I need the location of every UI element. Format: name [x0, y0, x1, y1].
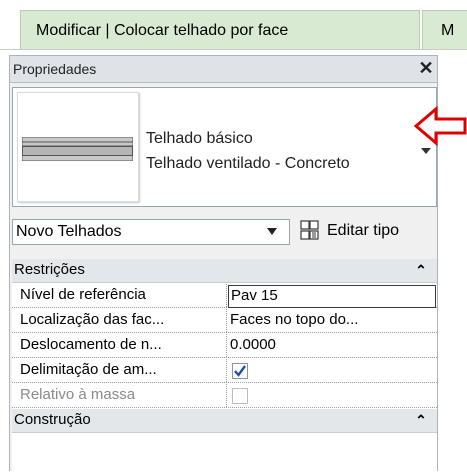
palette-title-bar[interactable]: Propriedades ✕ — [10, 56, 437, 83]
instance-filter-dropdown[interactable]: Novo Telhados — [12, 219, 290, 245]
property-label: Delimitação de am... — [20, 361, 157, 378]
property-row-related-to-mass: Relativo à massa — [12, 384, 437, 408]
chevron-down-icon — [267, 228, 277, 235]
tab-label: M — [441, 22, 455, 39]
room-bounding-checkbox[interactable] — [232, 363, 248, 379]
property-row-reference-level[interactable]: Nível de referência Pav 15 — [12, 284, 437, 308]
collapse-up-icon[interactable]: ⌃ — [414, 262, 428, 278]
tab-next-partial[interactable]: M — [422, 10, 467, 50]
column-divider — [226, 384, 227, 407]
property-label: Nível de referência — [20, 286, 146, 303]
reference-level-input[interactable]: Pav 15 — [228, 285, 436, 308]
type-selector[interactable]: Telhado básico Telhado ventilado - Concr… — [12, 87, 437, 207]
column-divider — [226, 309, 227, 332]
edit-type-icon — [300, 220, 319, 240]
column-divider — [226, 334, 227, 357]
chevron-down-icon[interactable] — [420, 146, 432, 156]
properties-palette: Propriedades ✕ Telhado básico Telhado ve… — [9, 55, 438, 472]
left-arrow-icon — [414, 106, 467, 146]
property-value[interactable]: 0.0000 — [230, 336, 435, 357]
column-divider — [226, 284, 227, 307]
close-icon[interactable]: ✕ — [417, 58, 435, 80]
property-row-room-bounding[interactable]: Delimitação de am... — [12, 359, 437, 383]
instance-filter-value: Novo Telhados — [16, 223, 122, 240]
group-label: Restrições — [14, 261, 85, 278]
group-label: Construção — [14, 411, 91, 428]
property-value: Pav 15 — [231, 287, 278, 304]
roof-layers-icon — [22, 137, 133, 161]
property-label: Relativo à massa — [20, 386, 136, 403]
tab-modify-place-roof-by-face[interactable]: Modificar | Colocar telhado por face — [20, 10, 420, 50]
property-value[interactable]: Faces no topo do... — [230, 311, 435, 332]
property-row-face-location[interactable]: Localização das fac... Faces no topo do.… — [12, 309, 437, 333]
group-header-construction[interactable]: Construção ⌃ — [12, 409, 437, 433]
property-label: Localização das fac... — [20, 311, 165, 328]
type-family-name: Telhado básico — [146, 130, 253, 147]
type-preview-image — [17, 92, 139, 202]
column-divider — [226, 359, 227, 382]
property-label: Deslocamento de n... — [20, 336, 162, 353]
edit-type-label: Editar tipo — [327, 222, 400, 239]
checkmark-icon — [234, 365, 246, 377]
palette-title: Propriedades — [13, 61, 97, 77]
property-grid: Restrições ⌃ Nível de referência Pav 15 … — [12, 259, 437, 472]
property-row-level-offset[interactable]: Deslocamento de n... 0.0000 — [12, 334, 437, 358]
ribbon-divider — [0, 49, 467, 50]
edit-type-button[interactable]: Editar tipo — [295, 217, 437, 247]
group-header-constraints[interactable]: Restrições ⌃ — [12, 259, 437, 283]
collapse-up-icon[interactable]: ⌃ — [414, 412, 428, 428]
tab-label: Modificar | Colocar telhado por face — [36, 22, 289, 39]
type-name: Telhado ventilado - Concreto — [146, 155, 350, 172]
related-to-mass-checkbox — [232, 388, 248, 404]
